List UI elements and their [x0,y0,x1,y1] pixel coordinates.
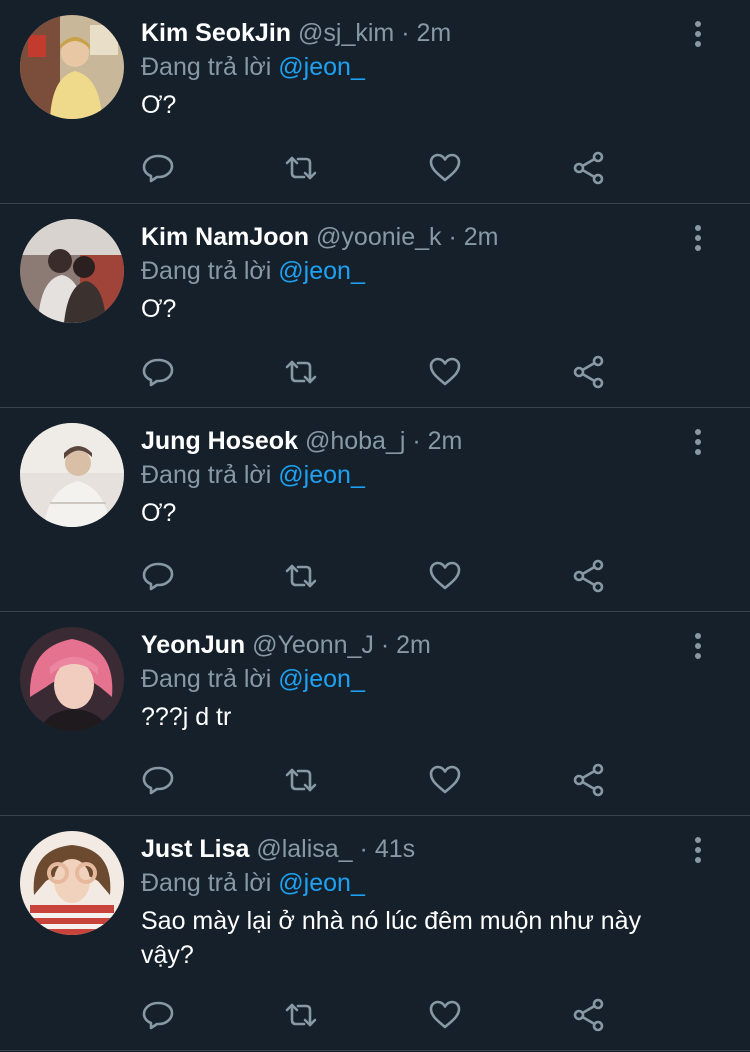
tweet-text: Ơ? [141,295,177,323]
user-handle[interactable]: @Yeonn_J [252,631,374,659]
separator-dot: · [412,427,421,455]
reply-context: Đang trả lời @jeon_ [141,50,690,84]
tweet-text: Ơ? [141,499,177,527]
heart-icon[interactable] [428,355,462,389]
retweet-icon[interactable] [284,559,318,593]
reply-context: Đang trả lời @jeon_ [141,254,690,288]
separator-dot: · [401,19,410,47]
separator-dot: · [448,223,457,251]
share-icon[interactable] [572,763,606,797]
more-vertical-icon[interactable] [690,224,706,254]
reply-context: Đang trả lời @jeon_ [141,866,690,900]
tweet-item[interactable]: Kim NamJoon @yoonie_k · 2m Đang trả lời … [0,204,750,408]
timestamp[interactable]: 2m [464,223,499,251]
retweet-icon[interactable] [284,763,318,797]
tweet-item[interactable]: Just Lisa @lalisa_ · 41s Đang trả lời @j… [0,816,750,1051]
reply-prefix: Đang trả lời [141,53,272,81]
tweet-text: ???j d tr [141,703,232,731]
mention-link[interactable]: @jeon_ [278,461,365,489]
tweet-item[interactable]: Kim SeokJin @sj_kim · 2m Đang trả lời @j… [0,0,750,204]
timestamp[interactable]: 41s [375,835,415,863]
display-name[interactable]: Kim SeokJin [141,19,291,47]
reply-icon[interactable] [141,151,175,185]
reply-icon[interactable] [141,355,175,389]
display-name[interactable]: Kim NamJoon [141,223,309,251]
tweet-actions [141,998,610,1032]
share-icon[interactable] [572,998,606,1032]
display-name[interactable]: YeonJun [141,631,245,659]
reply-prefix: Đang trả lời [141,869,272,897]
reply-icon[interactable] [141,763,175,797]
retweet-icon[interactable] [284,998,318,1032]
reply-prefix: Đang trả lời [141,257,272,285]
heart-icon[interactable] [428,151,462,185]
mention-link[interactable]: @jeon_ [278,869,365,897]
tweet-text: Sao mày lại ở nhà nó lúc đêm muộn như nà… [141,907,642,969]
avatar[interactable] [20,831,124,935]
retweet-icon[interactable] [284,355,318,389]
more-vertical-icon[interactable] [690,836,706,866]
user-handle[interactable]: @hoba_j [305,427,405,455]
display-name[interactable]: Just Lisa [141,835,249,863]
share-icon[interactable] [572,355,606,389]
reply-context: Đang trả lời @jeon_ [141,662,690,696]
heart-icon[interactable] [428,998,462,1032]
avatar[interactable] [20,15,124,119]
share-icon[interactable] [572,559,606,593]
reply-context: Đang trả lời @jeon_ [141,458,690,492]
separator-dot: · [359,835,368,863]
tweet-item[interactable]: Jung Hoseok @hoba_j · 2m Đang trả lời @j… [0,408,750,612]
reply-icon[interactable] [141,559,175,593]
reply-prefix: Đang trả lời [141,461,272,489]
display-name[interactable]: Jung Hoseok [141,427,298,455]
reply-prefix: Đang trả lời [141,665,272,693]
user-handle[interactable]: @lalisa_ [256,835,352,863]
timestamp[interactable]: 2m [396,631,431,659]
mention-link[interactable]: @jeon_ [278,257,365,285]
tweet-actions [141,151,610,185]
timestamp[interactable]: 2m [428,427,463,455]
mention-link[interactable]: @jeon_ [278,665,365,693]
user-handle[interactable]: @sj_kim [298,19,394,47]
tweet-actions [141,763,610,797]
heart-icon[interactable] [428,559,462,593]
separator-dot: · [380,631,390,659]
tweet-actions [141,355,610,389]
reply-icon[interactable] [141,998,175,1032]
avatar[interactable] [20,423,124,527]
share-icon[interactable] [572,151,606,185]
more-vertical-icon[interactable] [690,428,706,458]
tweet-actions [141,559,610,593]
tweet-item[interactable]: YeonJun @Yeonn_J · 2m Đang trả lời @jeon… [0,612,750,816]
avatar[interactable] [20,627,124,731]
more-vertical-icon[interactable] [690,20,706,50]
user-handle[interactable]: @yoonie_k [316,223,441,251]
avatar[interactable] [20,219,124,323]
mention-link[interactable]: @jeon_ [278,53,365,81]
timestamp[interactable]: 2m [416,19,451,47]
retweet-icon[interactable] [284,151,318,185]
heart-icon[interactable] [428,763,462,797]
tweet-text: Ơ? [141,91,177,119]
more-vertical-icon[interactable] [690,632,706,662]
